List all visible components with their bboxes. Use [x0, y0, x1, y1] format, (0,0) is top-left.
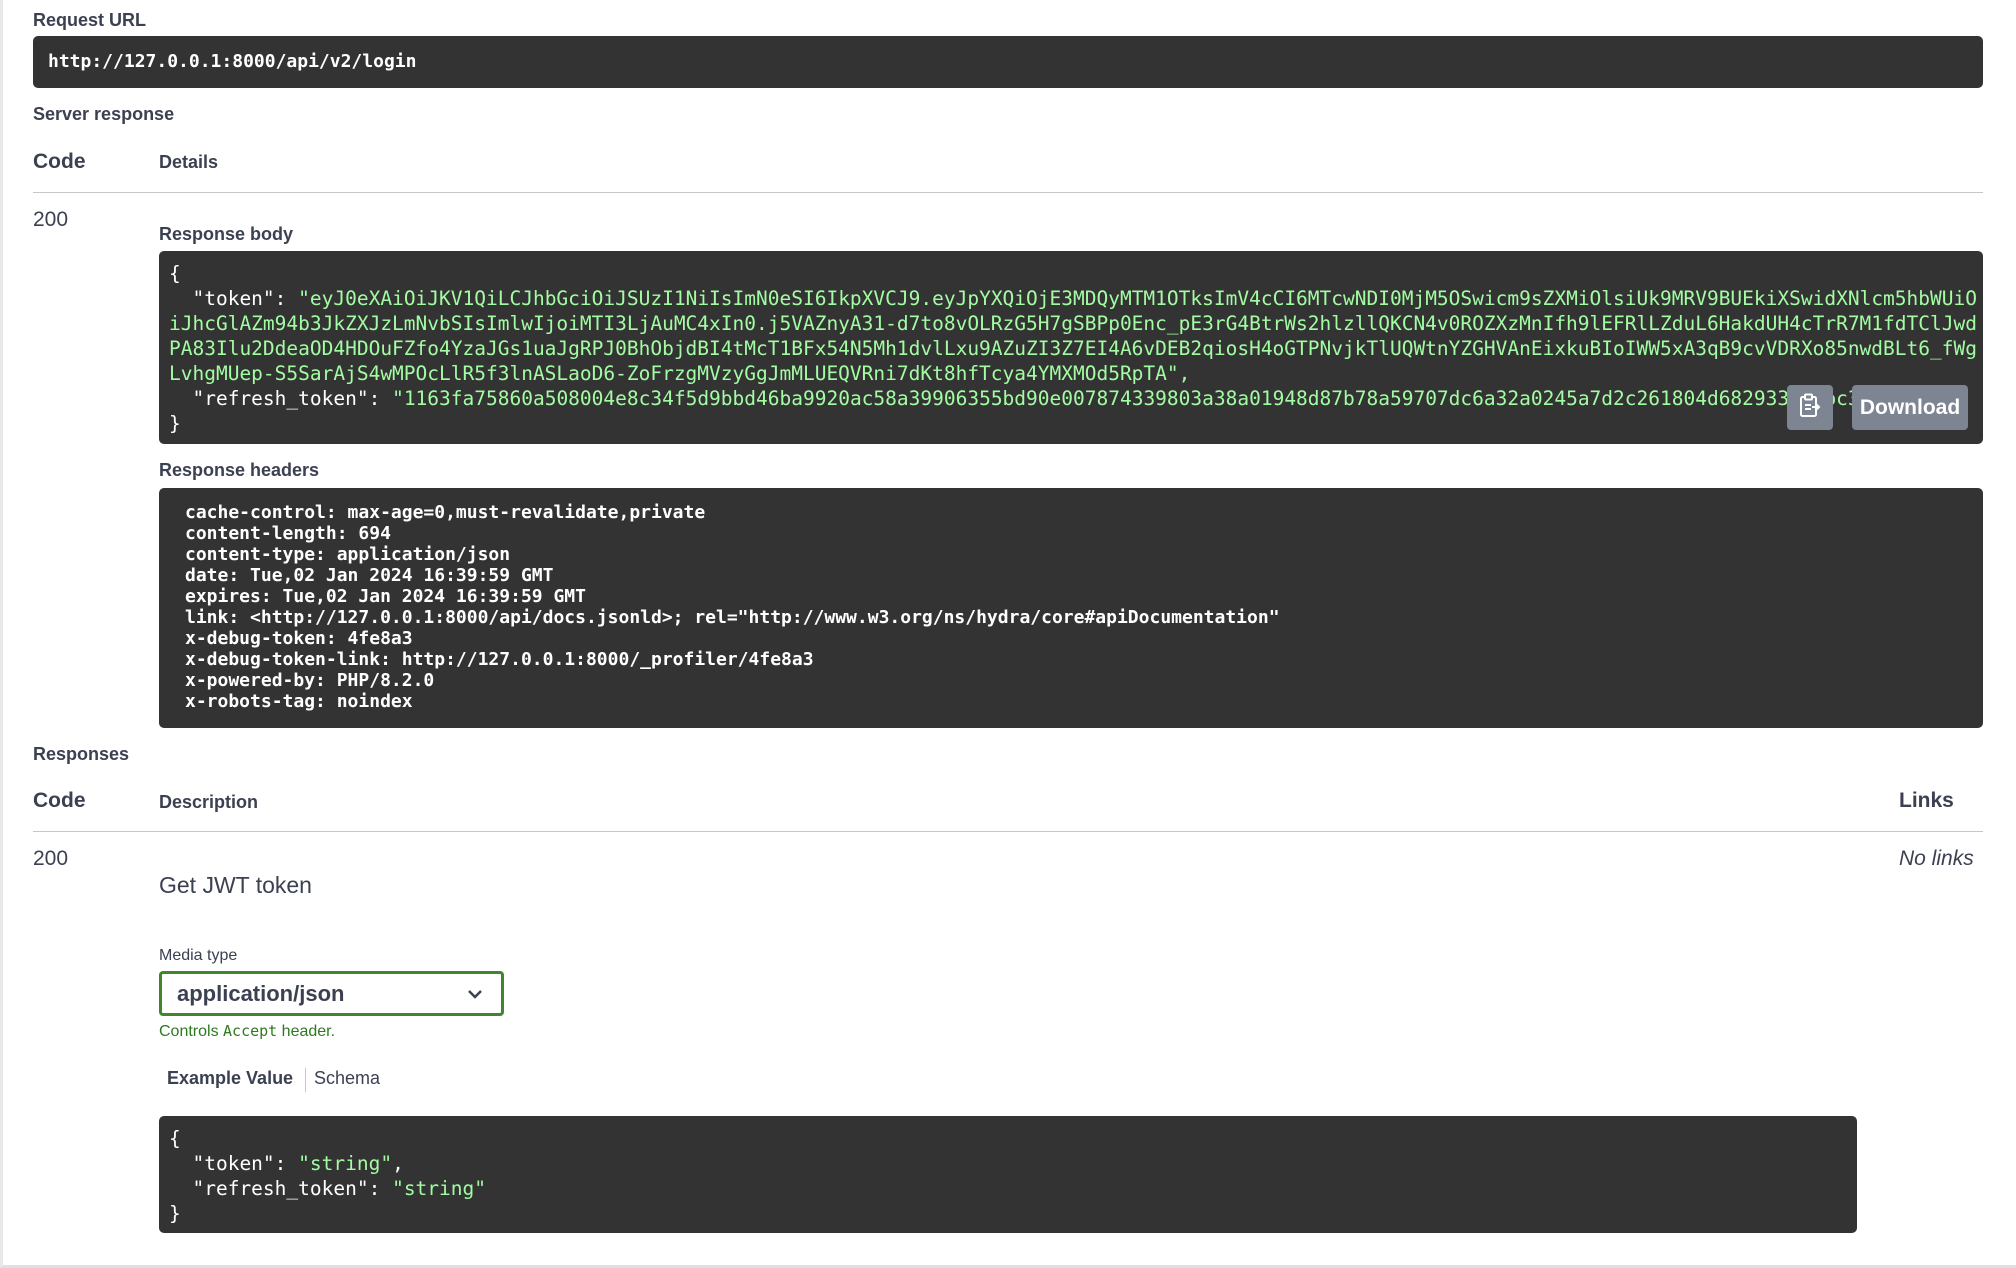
server-response-label: Server response [33, 104, 175, 124]
no-links-text: No links [1899, 847, 1974, 870]
media-type-label: Media type [159, 947, 238, 964]
json-value-refresh-token: "1163fa75860a508004e8c34f5d9bbd46ba9920a… [392, 387, 1919, 410]
request-url-value[interactable]: http://127.0.0.1:8000/api/v2/login [33, 36, 1983, 88]
controls-note-prefix: Controls [159, 1023, 224, 1040]
responses-code-header: Code [33, 789, 86, 812]
example-value-refresh-token: "string" [392, 1177, 486, 1200]
header-line: date: Tue,02 Jan 2024 16:39:59 GMT [185, 565, 554, 586]
responses-links-header: Links [1899, 789, 1954, 812]
response-description: Get JWT token [159, 872, 312, 898]
header-line: link: <http://127.0.0.1:8000/api/docs.js… [185, 607, 1280, 628]
responses-label: Responses [33, 744, 130, 764]
json-close-brace: } [169, 412, 181, 435]
header-line: x-debug-token-link: http://127.0.0.1:800… [185, 649, 814, 670]
json-value-token: "eyJ0eXAiOiJKV1QiLCJhbGciOiJSUzI1NiIsImN… [169, 287, 1977, 385]
response-body-label: Response body [159, 224, 294, 244]
json-open-brace: { [169, 262, 181, 285]
server-response-details-header: Details [159, 152, 219, 172]
request-url-label: Request URL [33, 10, 147, 30]
json-key-token: "token": [192, 287, 299, 310]
json-key-refresh-token: "refresh_token": [192, 387, 393, 410]
response-body[interactable]: { "token": "eyJ0eXAiOiJKV1QiLCJhbGciOiJS… [159, 251, 1983, 444]
header-line: x-debug-token: 4fe8a3 [185, 628, 413, 649]
server-response-code: 200 [33, 208, 69, 231]
responses-description-header: Description [159, 792, 259, 812]
responses-divider [33, 831, 1983, 832]
chevron-down-icon [449, 988, 501, 1000]
clipboard-icon [1798, 393, 1822, 422]
header-line: x-robots-tag: noindex [185, 691, 413, 712]
example-comma: , [392, 1152, 404, 1175]
header-line: content-length: 694 [185, 523, 391, 544]
tab-schema[interactable]: Schema [314, 1068, 380, 1089]
example-key-refresh-token: "refresh_token": [192, 1177, 393, 1200]
copy-to-clipboard-button[interactable] [1787, 385, 1833, 430]
media-type-select[interactable]: application/json [159, 971, 504, 1016]
response-headers[interactable]: cache-control: max-age=0,must-revalidate… [159, 488, 1983, 728]
tab-separator [305, 1068, 306, 1092]
media-type-selected: application/json [177, 980, 345, 1006]
header-line: content-type: application/json [185, 544, 511, 565]
server-response-divider [33, 192, 1983, 193]
header-line: expires: Tue,02 Jan 2024 16:39:59 GMT [185, 586, 586, 607]
controls-note-suffix: header. [277, 1023, 336, 1040]
server-response-code-header: Code [33, 150, 86, 173]
tab-example-value[interactable]: Example Value [167, 1068, 293, 1089]
header-line: x-powered-by: PHP/8.2.0 [185, 670, 435, 691]
download-button[interactable]: Download [1852, 385, 1968, 430]
header-line: cache-control: max-age=0,must-revalidate… [185, 502, 706, 523]
example-value-token: "string" [298, 1152, 393, 1175]
response-code: 200 [33, 847, 69, 870]
example-open-brace: { [169, 1127, 181, 1150]
accept-keyword: Accept [223, 1022, 278, 1040]
example-key-token: "token": [192, 1152, 299, 1175]
response-headers-label: Response headers [159, 460, 320, 480]
example-value-block[interactable]: { "token": "string", "refresh_token": "s… [159, 1116, 1857, 1233]
controls-accept-note: Controls Accept header. [159, 1022, 335, 1041]
example-close-brace: } [169, 1202, 181, 1225]
